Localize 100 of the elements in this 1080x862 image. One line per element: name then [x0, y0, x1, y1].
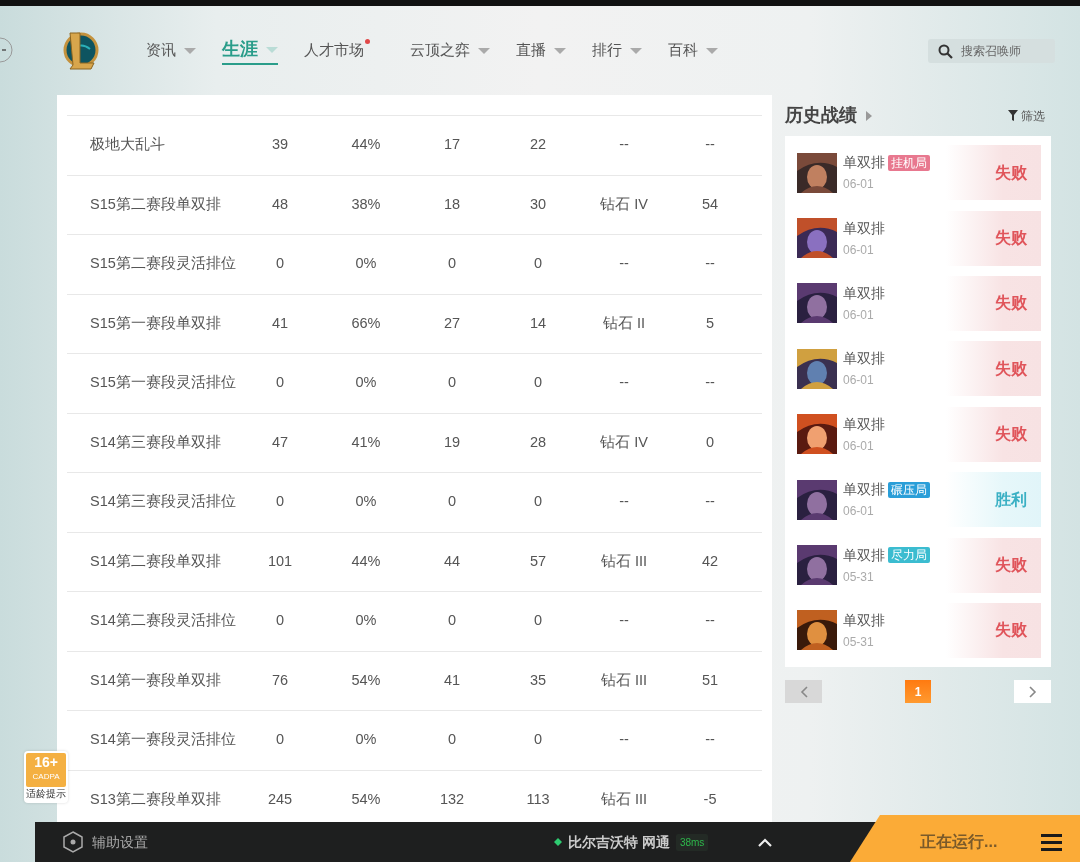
nav-tab[interactable]: 云顶之弈 — [410, 39, 490, 62]
nav-tab[interactable]: 百科 — [668, 39, 718, 62]
table-cell-text: 101 — [266, 551, 294, 571]
table-cell-text: 极地大乱斗 — [89, 135, 166, 155]
table-cell-text: 钻石 III — [599, 789, 649, 809]
table-cell-text: 0% — [354, 373, 378, 393]
table-cell-text: 0% — [354, 254, 378, 274]
ping-badge: 38ms — [675, 833, 709, 851]
match-row[interactable]: 单双排 05-31 失败 — [797, 602, 1041, 659]
table-cell-text: 66% — [350, 313, 382, 333]
server-name: 比尔吉沃特 网通 — [568, 832, 670, 852]
table-cell-text: 0 — [704, 432, 716, 452]
table-cell-text: 0 — [446, 373, 458, 393]
filter-button[interactable]: 筛选 — [1002, 105, 1051, 126]
table-cell-text: 0% — [354, 611, 378, 631]
table-cell-text: 0 — [446, 611, 458, 631]
table-cell-text: S15第一赛段灵活排位 — [89, 373, 237, 393]
table-cell-text: -- — [704, 730, 716, 750]
table-cell-text: 0 — [274, 373, 286, 393]
table-cell-text: -- — [618, 373, 630, 393]
match-row[interactable]: 单双排 挂机局 06-01 失败 — [797, 145, 1041, 201]
match-row[interactable]: 单双排 06-01 失败 — [797, 210, 1041, 266]
table-cell-text: -- — [704, 611, 716, 631]
nav-tab[interactable]: 人才市场 — [304, 39, 384, 62]
mode-label: 单双排 — [843, 545, 885, 565]
table-cell-text: -- — [704, 373, 716, 393]
table-cell-text: 54 — [700, 194, 720, 214]
match-date: 05-31 — [843, 568, 875, 586]
match-date: 05-31 — [843, 633, 875, 651]
table-cell-text: 132 — [438, 789, 466, 809]
table-cell-text: 57 — [528, 551, 548, 571]
match-date: 06-01 — [843, 372, 875, 390]
table-cell-text: 0 — [446, 730, 458, 750]
match-date: 06-01 — [843, 437, 875, 455]
table-cell-text: 0 — [532, 373, 544, 393]
table-cell-text: 48 — [270, 194, 290, 214]
table-cell-text: -- — [704, 135, 716, 155]
match-row[interactable]: 单双排 尽力局 05-31 失败 — [797, 537, 1041, 593]
settings-button[interactable]: 辅助设置 — [57, 830, 154, 854]
table-cell-text: 54% — [350, 670, 382, 690]
match-date: 06-01 — [843, 306, 875, 324]
table-cell-text: S15第二赛段灵活排位 — [89, 254, 237, 274]
table-cell-text: 245 — [266, 789, 294, 809]
table-cell-text: -- — [704, 254, 716, 274]
table-cell-text: 钻石 II — [601, 313, 647, 333]
table-cell-text: S14第三赛段单双排 — [89, 432, 222, 452]
table-cell-text: 44% — [350, 135, 382, 155]
table-cell-text: -- — [618, 254, 630, 274]
table-cell-text: 0% — [354, 730, 378, 750]
table-cell-text: 41 — [270, 313, 290, 333]
table-cell-text: 0% — [354, 492, 378, 512]
table-cell-text: 41 — [442, 670, 462, 690]
table-cell-text: -- — [618, 611, 630, 631]
table-cell-text: 38% — [350, 194, 382, 214]
table-cell-text: 22 — [528, 135, 548, 155]
table-cell-text: -- — [618, 135, 630, 155]
table-cell-text: 18 — [442, 194, 462, 214]
table-cell-text: 35 — [528, 670, 548, 690]
nav-tab[interactable]: 直播 — [516, 39, 566, 62]
table-cell-text: S15第一赛段单双排 — [89, 313, 222, 333]
table-cell-text: 76 — [270, 670, 290, 690]
mode-label: 单双排 — [843, 283, 885, 303]
table-cell-text: 44% — [350, 551, 382, 571]
mode-label: 单双排 — [843, 480, 885, 500]
match-tag: 碾压局 — [888, 481, 930, 498]
table-cell-text: -- — [618, 730, 630, 750]
nav-tab[interactable]: 排行 — [592, 39, 642, 62]
rating-org: CADPA — [32, 772, 60, 782]
table-cell-text: 0 — [446, 254, 458, 274]
table-cell-text: S14第二赛段单双排 — [89, 551, 222, 571]
match-row[interactable]: 单双排 06-01 失败 — [797, 341, 1041, 397]
mode-label: 单双排 — [843, 610, 885, 630]
mode-label: 单双排 — [843, 153, 885, 173]
table-cell-text: 0 — [532, 492, 544, 512]
mode-label: 单双排 — [843, 349, 885, 369]
table-cell-text: -- — [704, 492, 716, 512]
table-cell-text: S14第二赛段灵活排位 — [89, 611, 237, 631]
table-cell-text: 17 — [442, 135, 462, 155]
table-cell-text: 0 — [274, 730, 286, 750]
table-cell-text: 39 — [270, 135, 290, 155]
table-cell-text: 41% — [350, 432, 382, 452]
table-cell-text: 0 — [274, 254, 286, 274]
match-row[interactable]: 单双排 06-01 失败 — [797, 275, 1041, 332]
match-row[interactable]: 单双排 碾压局 06-01 胜利 — [797, 471, 1041, 528]
table-cell-text: 0 — [446, 492, 458, 512]
table-cell-text: 51 — [700, 670, 720, 690]
search-field[interactable]: 搜索召唤师 — [928, 38, 1055, 63]
table-cell-text: 5 — [704, 313, 716, 333]
table-cell-text: 27 — [442, 313, 462, 333]
match-row[interactable]: 单双排 06-01 失败 — [797, 406, 1041, 462]
match-tag: 尽力局 — [888, 547, 930, 564]
nav-tab[interactable]: 资讯 — [146, 39, 196, 62]
table-cell-text: 47 — [270, 432, 290, 452]
age-caption: 适龄提示 — [26, 787, 66, 800]
table-cell-text: 44 — [442, 551, 462, 571]
mode-label: 单双排 — [843, 218, 885, 238]
table-cell-text: 0 — [532, 254, 544, 274]
match-date: 06-01 — [843, 176, 875, 194]
table-cell-text: -5 — [702, 789, 718, 809]
age-rating: 16+ — [34, 753, 58, 772]
